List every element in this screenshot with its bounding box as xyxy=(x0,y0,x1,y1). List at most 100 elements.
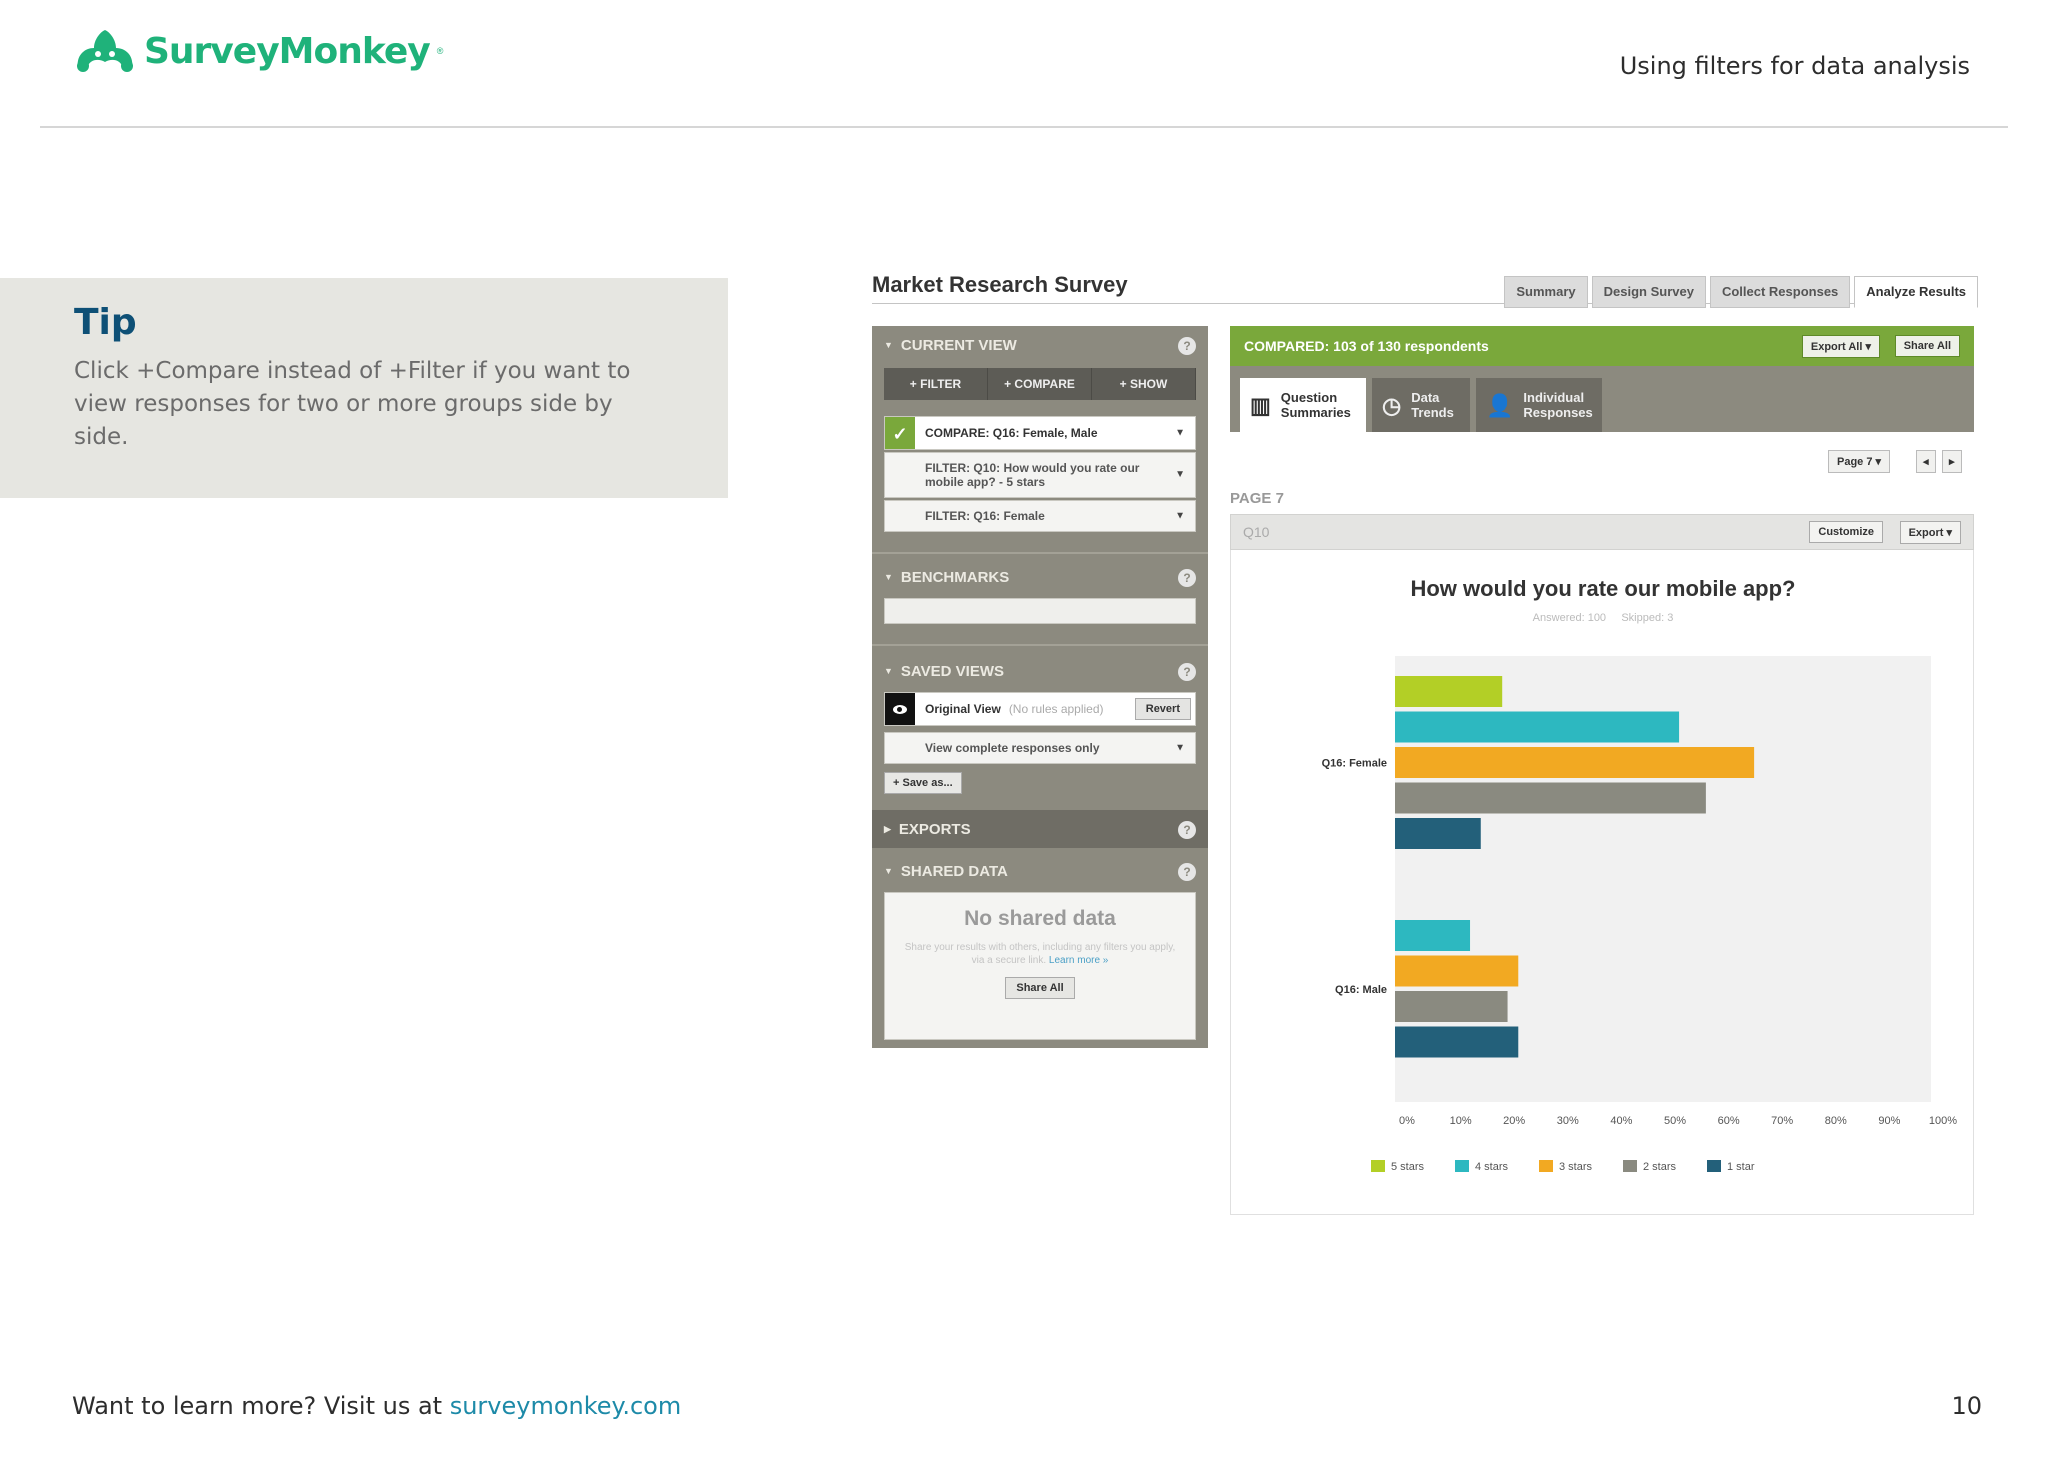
next-page-button[interactable]: ▸ xyxy=(1942,450,1962,473)
tab-data-trends[interactable]: ◷ Data Trends xyxy=(1372,378,1470,432)
x-tick-label: 70% xyxy=(1771,1115,1793,1127)
original-view-row[interactable]: Original View (No rules applied) Revert xyxy=(884,692,1196,726)
collapsed-arrow-icon: ▶ xyxy=(884,823,891,834)
help-icon[interactable]: ? xyxy=(1178,569,1196,587)
chevron-down-icon: ▼ xyxy=(1175,742,1185,754)
tip-box: Tip Click +Compare instead of +Filter if… xyxy=(0,278,728,498)
prev-page-button[interactable]: ◂ xyxy=(1916,450,1936,473)
filter-rule-gender[interactable]: FILTER: Q16: Female ▼ xyxy=(884,500,1196,532)
exports-title: EXPORTS xyxy=(898,820,971,838)
learn-more-link[interactable]: Learn more » xyxy=(1049,955,1108,966)
header-divider xyxy=(40,126,2008,128)
tab-summary[interactable]: Summary xyxy=(1504,276,1588,308)
tab-collect-responses[interactable]: Collect Responses xyxy=(1709,276,1851,308)
page-number: 10 xyxy=(1951,1392,1982,1420)
customize-button[interactable]: Customize xyxy=(1809,521,1883,543)
legend-label: 5 stars xyxy=(1391,1161,1425,1173)
x-tick-label: 100% xyxy=(1929,1115,1957,1127)
add-show-button[interactable]: + SHOW xyxy=(1092,368,1196,400)
legend-swatch xyxy=(1707,1160,1721,1172)
legend-swatch xyxy=(1455,1160,1469,1172)
no-shared-data-text: No shared data xyxy=(964,907,1116,930)
chevron-down-icon: ▼ xyxy=(1175,469,1185,480)
survey-tabs: Summary Design Survey Collect Responses … xyxy=(1504,276,1978,308)
help-icon[interactable]: ? xyxy=(1178,337,1196,355)
share-all-top-button[interactable]: Share All xyxy=(1894,335,1960,357)
rating-comparison-chart: Q16: Female Q16: Male 0% 10% 20% 30% 40% 50% 60%… xyxy=(1322,656,1957,1173)
registered-mark: ® xyxy=(436,46,444,56)
saved-views-title: SAVED VIEWS xyxy=(900,662,1004,680)
help-icon[interactable]: ? xyxy=(1178,821,1196,839)
bar-3-stars-0 xyxy=(1395,747,1755,778)
compared-text: COMPARED: 103 of 130 respondents xyxy=(1244,338,1489,354)
bar-1-star-0 xyxy=(1395,818,1481,849)
bar-3-stars-1 xyxy=(1395,955,1519,987)
benchmarks-content xyxy=(884,598,1196,624)
legend-label: 4 stars xyxy=(1475,1161,1509,1173)
compare-rule[interactable]: ✓ COMPARE: Q16: Female, Male ▼ xyxy=(884,416,1196,450)
help-icon[interactable]: ? xyxy=(1178,863,1196,881)
legend-swatch xyxy=(1623,1160,1637,1172)
footer-text: Want to learn more? Visit us at surveymo… xyxy=(72,1392,681,1420)
save-as-button[interactable]: + Save as... xyxy=(884,772,962,794)
bar-1-star-1 xyxy=(1395,1026,1519,1058)
bar-2-stars-0 xyxy=(1395,782,1706,814)
x-tick-label: 80% xyxy=(1825,1115,1847,1127)
eye-icon xyxy=(885,693,915,725)
share-all-button[interactable]: Share All xyxy=(1005,977,1075,999)
revert-button[interactable]: Revert xyxy=(1134,698,1191,720)
shared-data-header[interactable]: ▼ SHARED DATA ? xyxy=(872,852,1208,890)
tab-individual-responses[interactable]: 👤 Individual Responses xyxy=(1476,378,1602,432)
shared-data-box: No shared data Share your results with o… xyxy=(884,892,1196,1040)
complete-responses-select[interactable]: View complete responses only ▼ xyxy=(884,732,1196,764)
legend-swatch xyxy=(1371,1160,1385,1172)
compare-rule-label: COMPARE: Q16: Female, Male xyxy=(925,426,1098,440)
x-tick-label: 0% xyxy=(1399,1115,1415,1127)
x-tick-label: 20% xyxy=(1503,1115,1525,1127)
page-select[interactable]: Page 7 ▾ xyxy=(1828,450,1891,473)
section-divider xyxy=(872,552,1208,554)
expand-arrow-icon: ▼ xyxy=(884,340,893,350)
surveymonkey-link[interactable]: surveymonkey.com xyxy=(450,1392,682,1420)
add-compare-button[interactable]: + COMPARE xyxy=(988,368,1092,400)
tab-analyze-results[interactable]: Analyze Results xyxy=(1854,276,1978,308)
survey-results-screenshot: Market Research Survey Summary Design Su… xyxy=(868,270,1978,1215)
add-filter-button[interactable]: + FILTER xyxy=(884,368,988,400)
tip-title: Tip xyxy=(74,302,137,343)
saved-views-header[interactable]: ▼ SAVED VIEWS ? xyxy=(872,652,1208,690)
exports-header[interactable]: ▶ EXPORTS ? xyxy=(872,810,1208,848)
tab-question-summaries-label: Question Summaries xyxy=(1280,390,1351,420)
bar-4-stars-0 xyxy=(1395,711,1680,743)
page-label: PAGE 7 xyxy=(1230,490,1284,507)
expand-arrow-icon: ▼ xyxy=(884,666,893,676)
question-header: Q10 Customize Export ▾ xyxy=(1230,514,1974,550)
complete-responses-label: View complete responses only xyxy=(925,741,1100,755)
shared-data-title: SHARED DATA xyxy=(900,862,1008,880)
survey-title: Market Research Survey xyxy=(872,272,1128,297)
original-view-note: (No rules applied) xyxy=(1008,702,1104,716)
chevron-down-icon: ▼ xyxy=(1175,510,1185,522)
current-view-title: CURRENT VIEW xyxy=(900,336,1017,354)
tab-question-summaries[interactable]: ▥ Question Summaries xyxy=(1240,378,1366,432)
person-icon: 👤 xyxy=(1486,392,1514,418)
footer-prompt: Want to learn more? Visit us at xyxy=(72,1392,450,1420)
category-label: Q16: Male xyxy=(1335,984,1387,996)
x-tick-label: 10% xyxy=(1450,1115,1472,1127)
export-all-button[interactable]: Export All ▾ xyxy=(1801,335,1880,358)
x-tick-label: 60% xyxy=(1718,1115,1740,1127)
expand-arrow-icon: ▼ xyxy=(884,572,893,582)
x-tick-label: 50% xyxy=(1664,1115,1686,1127)
x-tick-label: 40% xyxy=(1610,1115,1632,1127)
tab-data-trends-label: Data Trends xyxy=(1411,390,1454,420)
filter-rule-rating[interactable]: FILTER: Q10: How would you rate our mobi… xyxy=(884,452,1196,498)
question-export-button[interactable]: Export ▾ xyxy=(1899,521,1961,544)
surveymonkey-logo: SurveyMonkey ® xyxy=(72,28,443,74)
current-view-header[interactable]: ▼ CURRENT VIEW ? xyxy=(872,326,1208,364)
monkey-logo-icon xyxy=(77,30,133,72)
x-tick-label: 30% xyxy=(1557,1115,1579,1127)
tab-design-survey[interactable]: Design Survey xyxy=(1591,276,1706,308)
help-icon[interactable]: ? xyxy=(1178,663,1196,681)
benchmarks-header[interactable]: ▼ BENCHMARKS ? xyxy=(872,558,1208,596)
question-summary-card: How would you rate our mobile app? Answe… xyxy=(1230,550,1974,1215)
expand-arrow-icon: ▼ xyxy=(884,866,893,876)
